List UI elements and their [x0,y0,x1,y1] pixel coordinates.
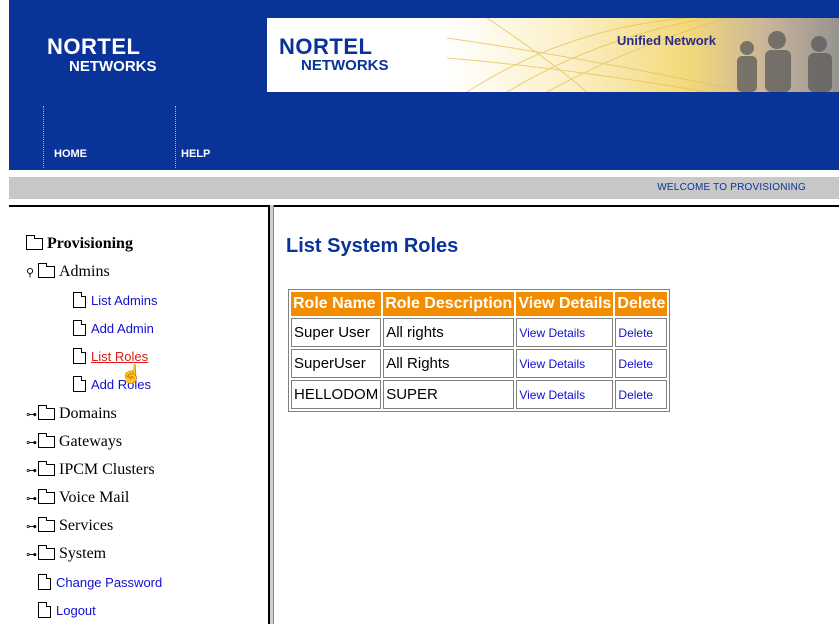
folder-icon [38,517,55,533]
tree-link-change-password[interactable]: Change Password [38,574,162,590]
folder-icon [38,405,55,421]
page-icon [73,348,86,364]
role-description-cell: All Rights [383,349,515,378]
folder-icon [38,489,55,505]
page-icon [73,320,86,336]
page-icon [73,292,86,308]
view-details-link[interactable]: View Details [516,318,614,347]
view-details-link[interactable]: View Details [516,380,614,409]
banner-tagline: Unified Network [617,33,716,48]
tree-link-list-admins[interactable]: List Admins [73,292,157,308]
column-header: View Details [516,292,614,316]
expand-icon[interactable]: ⊶ [26,520,38,533]
expand-icon[interactable]: ⊶ [26,408,38,421]
folder-icon [38,433,55,449]
column-header: Role Description [383,292,515,316]
view-details-link[interactable]: View Details [516,349,614,378]
expand-icon[interactable]: ⊶ [26,464,38,477]
expand-icon[interactable]: ⊶ [26,492,38,505]
role-name-cell: SuperUser [291,349,382,378]
tree-item-voice-mail[interactable]: ⊶ Voice Mail [26,489,129,507]
page-icon [38,574,51,590]
welcome-text: WELCOME TO PROVISIONING [657,182,806,193]
header-banner: NORTEL NETWORKS NORTEL NETWORKS Unified … [9,0,839,170]
column-header: Role Name [291,292,382,316]
folder-icon [38,545,55,561]
delete-link[interactable]: Delete [615,318,668,347]
expand-icon[interactable]: ⊶ [26,548,38,561]
tree-item-domains[interactable]: ⊶ Domains [26,405,117,423]
table-header-row: Role Name Role Description View Details … [291,292,668,316]
nortel-logo: NORTEL NETWORKS [47,34,157,75]
navigation-tree-frame: Provisioning ⚲ Admins List Admins Add Adm… [9,205,268,626]
banner-graphic [447,18,839,92]
nav-separator [175,106,176,168]
role-name-cell: Super User [291,318,382,347]
folder-icon [38,461,55,477]
main-content: List System Roles Role Name Role Descrip… [274,205,839,626]
tree-link-list-roles[interactable]: List Roles [73,348,148,364]
page-title: List System Roles [286,235,459,257]
tree-link-logout[interactable]: Logout [38,602,96,618]
delete-link[interactable]: Delete [615,380,668,409]
nav-home[interactable]: HOME [54,148,87,160]
role-description-cell: SUPER [383,380,515,409]
folder-icon [26,235,43,251]
tree-link-add-admin[interactable]: Add Admin [73,320,154,336]
table-row: Super User All rights View Details Delet… [291,318,668,347]
promo-banner: NORTEL NETWORKS Unified Network [267,18,839,92]
role-name-cell: HELLODOM [291,380,382,409]
page-icon [73,376,86,392]
roles-table: Role Name Role Description View Details … [288,289,671,412]
role-description-cell: All rights [383,318,515,347]
delete-link[interactable]: Delete [615,349,668,378]
table-row: HELLODOM SUPER View Details Delete [291,380,668,409]
tree-item-gateways[interactable]: ⊶ Gateways [26,433,122,451]
nav-help[interactable]: HELP [181,148,210,160]
nav-separator [43,106,44,168]
hand-cursor-icon: ☝ [120,364,143,384]
tree-item-ipcm-clusters[interactable]: ⊶ IPCM Clusters [26,461,155,479]
table-row: SuperUser All Rights View Details Delete [291,349,668,378]
column-header: Delete [615,292,668,316]
tree-item-system[interactable]: ⊶ System [26,545,106,563]
window-left-edge [0,0,9,624]
banner-nortel-logo: NORTEL NETWORKS [279,34,389,74]
page-icon [38,602,51,618]
tree-root[interactable]: Provisioning [26,235,133,253]
folder-icon [38,263,55,279]
tree-item-services[interactable]: ⊶ Services [26,517,113,535]
welcome-bar: WELCOME TO PROVISIONING [9,177,839,199]
expand-icon[interactable]: ⊶ [26,436,38,449]
collapse-icon[interactable]: ⚲ [26,266,38,279]
tree-item-admins[interactable]: ⚲ Admins [26,263,110,281]
